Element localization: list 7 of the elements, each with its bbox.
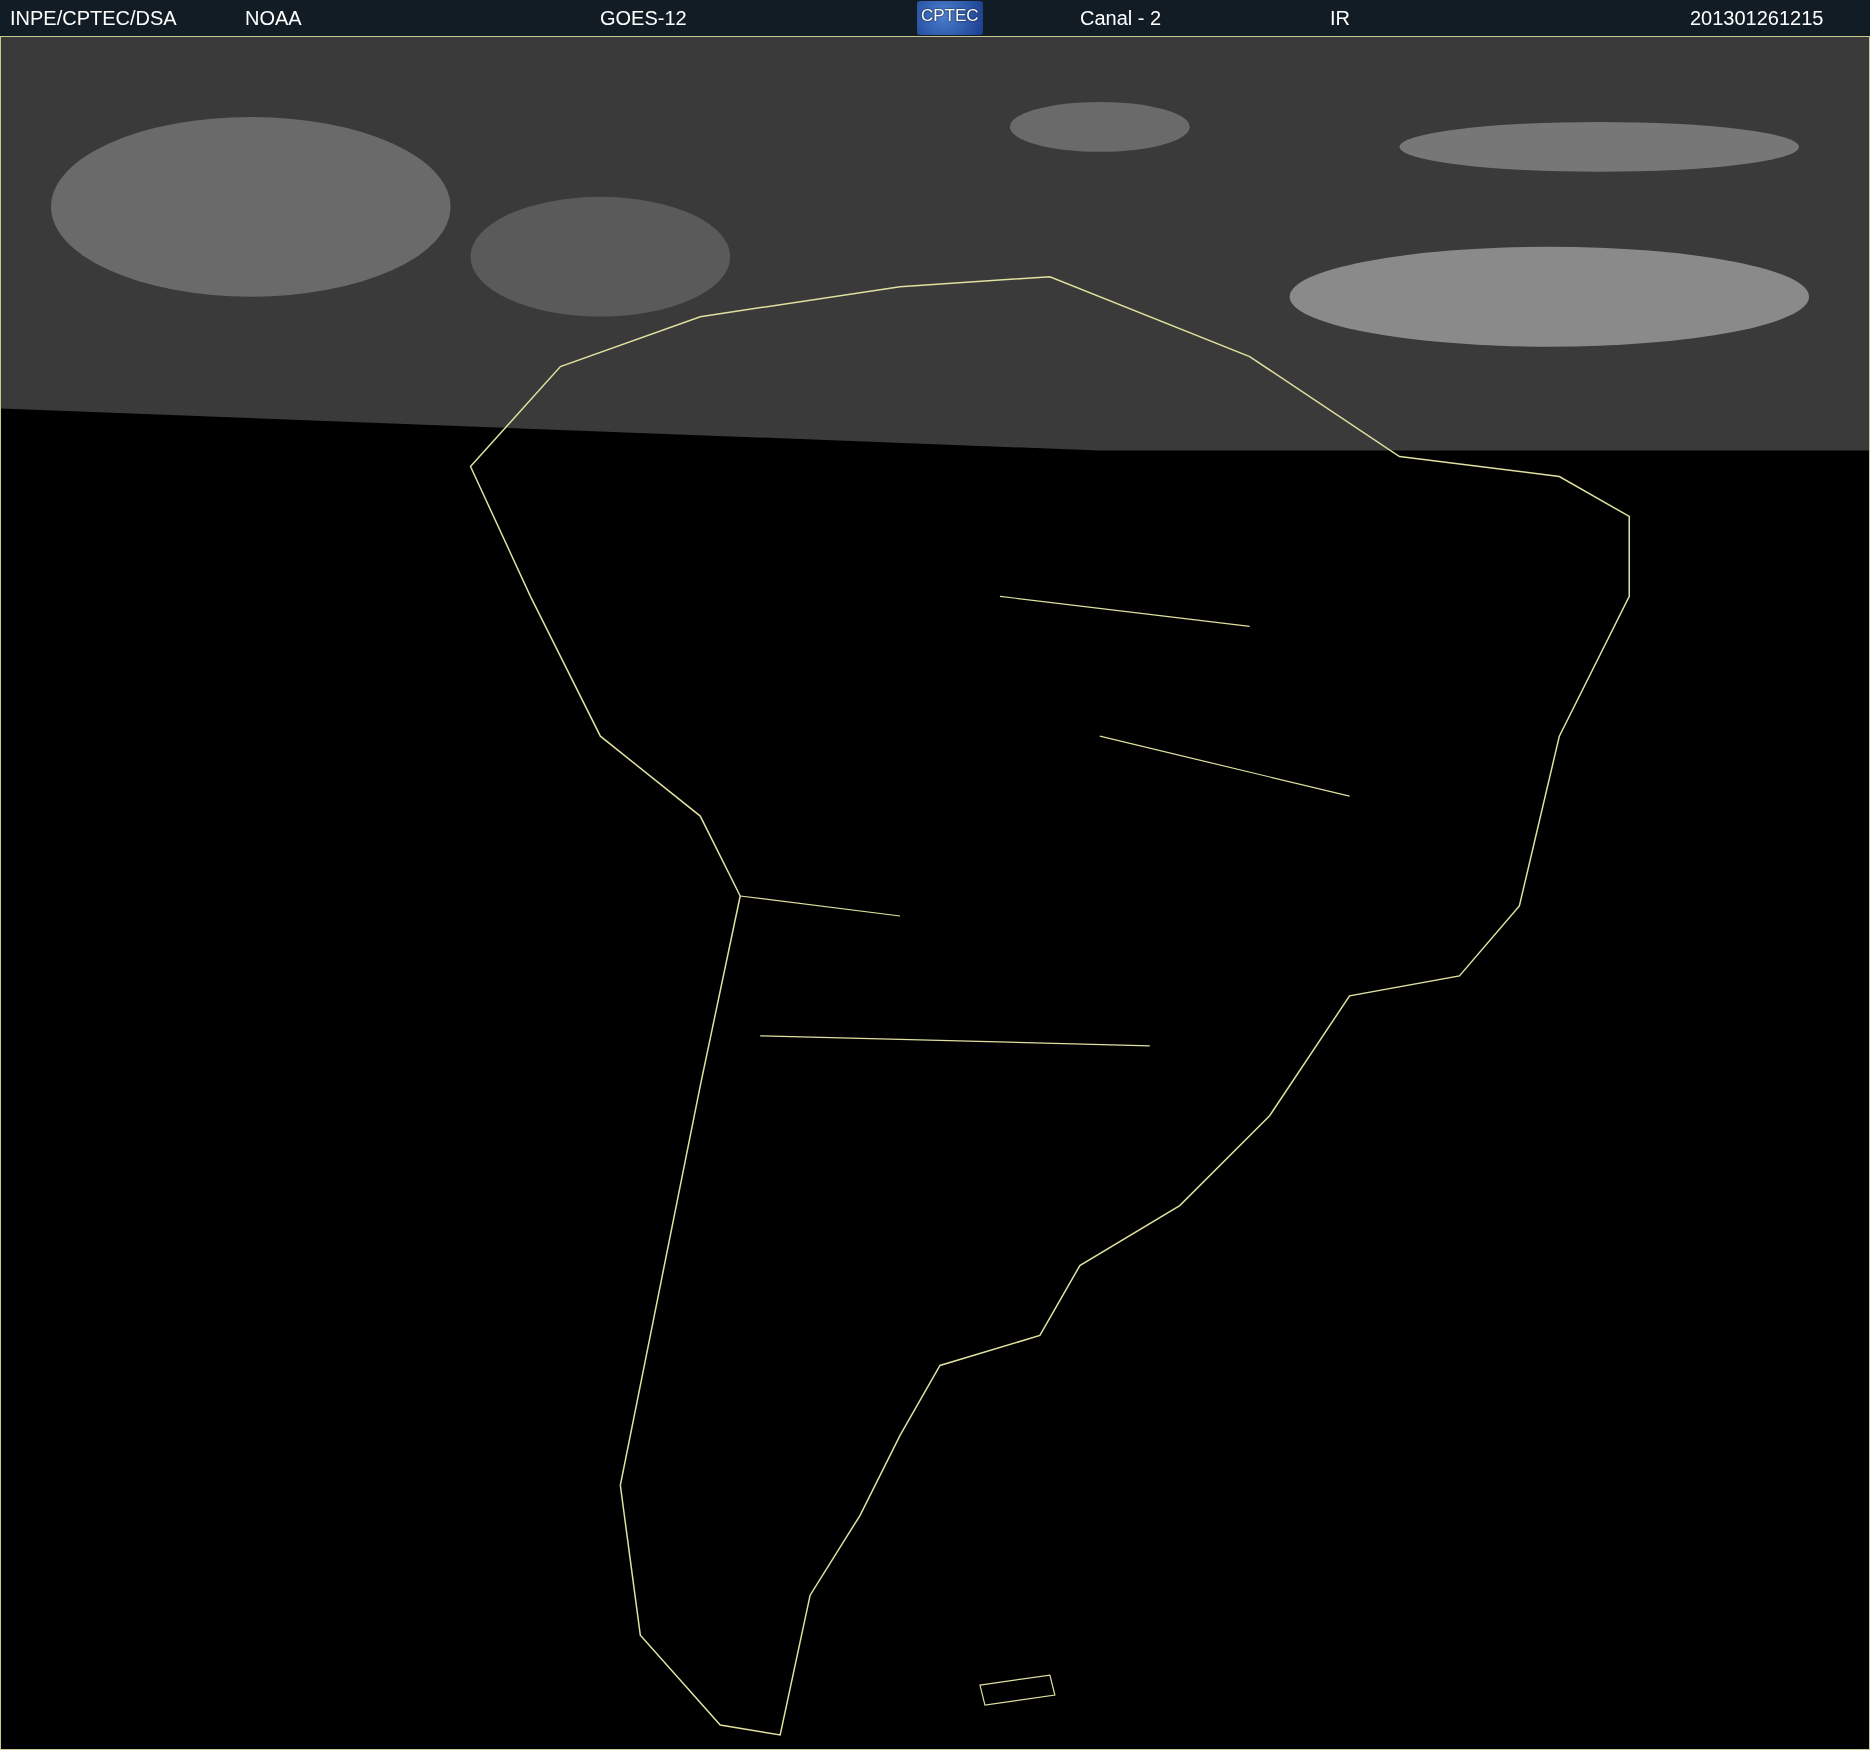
header-label: 201301261215	[1690, 6, 1824, 31]
header-label: NOAA	[245, 6, 302, 31]
header-label: IR	[1330, 6, 1350, 31]
header-label: Canal - 2	[1080, 6, 1162, 31]
header-label: GOES-12	[600, 6, 687, 31]
logo: CPTEC	[917, 1, 983, 35]
header-label: INPE/CPTEC/DSA	[10, 6, 177, 31]
